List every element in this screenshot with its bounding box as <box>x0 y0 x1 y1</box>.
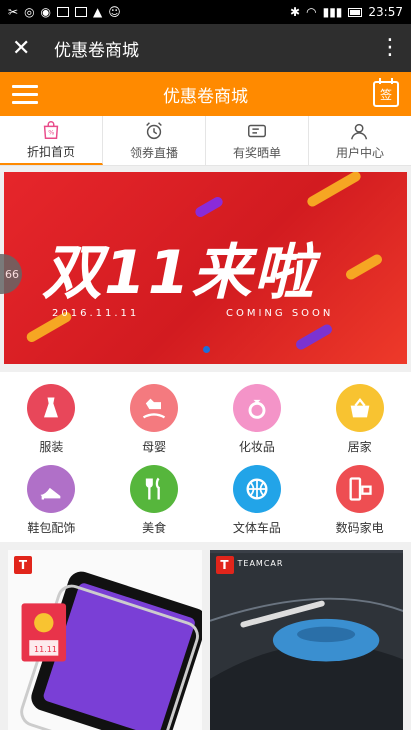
screen-protector-image <box>20 571 202 730</box>
category-label: 居家 <box>347 440 372 454</box>
carousel-indicator[interactable] <box>203 346 210 353</box>
bluetooth-icon: ✱ <box>290 5 301 19</box>
weibo-icon: ◉ <box>40 5 52 19</box>
tmall-badge: T <box>14 556 32 574</box>
emoji-icon: ☺ <box>108 5 121 19</box>
product-card[interactable]: T TEAMCAR <box>209 550 403 730</box>
fork-knife-icon <box>130 465 179 513</box>
category-clothing[interactable]: 服装 <box>0 384 103 455</box>
category-label: 母婴 <box>142 440 167 454</box>
checkin-label: 签 <box>379 87 392 102</box>
category-sports-auto[interactable]: 文体车品 <box>206 465 309 536</box>
app-header: 优惠卷商城 签 <box>0 72 411 116</box>
category-label: 美食 <box>142 521 167 535</box>
tab-prize-showcase[interactable]: 有奖晒单 <box>206 116 309 165</box>
status-time: 23:57 <box>368 5 403 19</box>
rocking-horse-icon <box>130 384 179 432</box>
more-options-icon[interactable]: ⋮ <box>379 37 401 59</box>
notification-icons: ✂ ◎ ◉ ▲ ☺ <box>8 5 121 19</box>
battery-icon <box>348 7 363 17</box>
svg-text:%: % <box>48 129 54 137</box>
banner-stripe <box>193 195 225 219</box>
tmall-badge: T <box>215 556 234 574</box>
category-grid: 服装 母婴 化妆品 居家 鞋包配饰 美食 文体车品 数码家电 <box>0 372 411 542</box>
category-label: 化妆品 <box>238 440 275 454</box>
ball-icon <box>232 465 281 513</box>
category-food[interactable]: 美食 <box>103 465 206 536</box>
photo-icon <box>57 7 70 17</box>
category-label: 文体车品 <box>232 521 281 535</box>
image-icon <box>75 7 88 17</box>
system-icons: ✱ ◠ ▮▮▮ 23:57 <box>290 5 403 19</box>
category-home[interactable]: 居家 <box>308 384 411 455</box>
tab-discount-home[interactable]: % 折扣首页 <box>0 116 103 165</box>
banner-date: 2016.11.11 <box>52 308 140 319</box>
tab-label: 领券直播 <box>129 146 178 160</box>
ring-icon <box>232 384 281 432</box>
close-icon[interactable]: ✕ <box>12 36 40 61</box>
user-icon <box>351 123 368 140</box>
category-label: 服装 <box>39 440 64 454</box>
wifi-icon: ◠ <box>306 5 317 19</box>
menu-icon[interactable] <box>12 84 38 104</box>
brand-label: TEAMCAR <box>237 559 284 568</box>
category-shoes-bags[interactable]: 鞋包配饰 <box>0 465 103 536</box>
wechat-page-title: 优惠卷商城 <box>54 40 139 61</box>
app-title: 优惠卷商城 <box>163 86 248 107</box>
main-tabs: % 折扣首页 领券直播 有奖晒单 用户中心 <box>0 116 411 166</box>
alarm-clock-icon <box>146 122 162 140</box>
category-digital[interactable]: 数码家电 <box>308 465 411 536</box>
coupon-date: 11.11 <box>34 645 57 654</box>
signal-icon: ▮▮▮ <box>322 5 343 19</box>
wechat-title-bar: ✕ 优惠卷商城 ⋮ <box>0 24 411 72</box>
tab-coupon-live[interactable]: 领券直播 <box>103 116 206 165</box>
promo-banner[interactable]: 双11来啦 2016.11.11 COMING SOON <box>4 172 407 364</box>
checkin-calendar-icon[interactable]: 签 <box>373 78 399 107</box>
warning-icon: ▲ <box>93 5 103 19</box>
tab-user-center[interactable]: 用户中心 <box>309 116 411 165</box>
status-bar: ✂ ◎ ◉ ▲ ☺ ✱ ◠ ▮▮▮ 23:57 <box>0 0 411 24</box>
category-label: 数码家电 <box>335 521 384 535</box>
car-duster-image <box>209 553 403 730</box>
banner-stripe <box>305 172 363 209</box>
high-heel-icon <box>27 465 76 513</box>
product-list: T 11.11 T TEAMCAR <box>0 542 411 730</box>
shopping-bag-icon: % <box>43 121 59 139</box>
chat-icon: ◎ <box>24 5 35 19</box>
appliance-icon <box>335 465 384 513</box>
ticket-icon <box>248 124 266 138</box>
product-card[interactable]: T 11.11 <box>8 550 202 730</box>
category-cosmetics[interactable]: 化妆品 <box>206 384 309 455</box>
scissors-icon: ✂ <box>8 5 19 19</box>
category-label: 鞋包配饰 <box>27 521 76 535</box>
tab-label: 用户中心 <box>335 146 384 160</box>
basket-icon <box>335 384 384 432</box>
banner-stripe <box>344 252 384 282</box>
category-baby[interactable]: 母婴 <box>103 384 206 455</box>
banner-tagline: COMING SOON <box>226 308 334 319</box>
banner-stripe <box>294 322 334 352</box>
banner-headline: 双11来啦 <box>42 238 316 308</box>
tab-label: 有奖晒单 <box>232 146 281 160</box>
dress-icon <box>27 384 76 432</box>
tab-label: 折扣首页 <box>26 145 75 159</box>
